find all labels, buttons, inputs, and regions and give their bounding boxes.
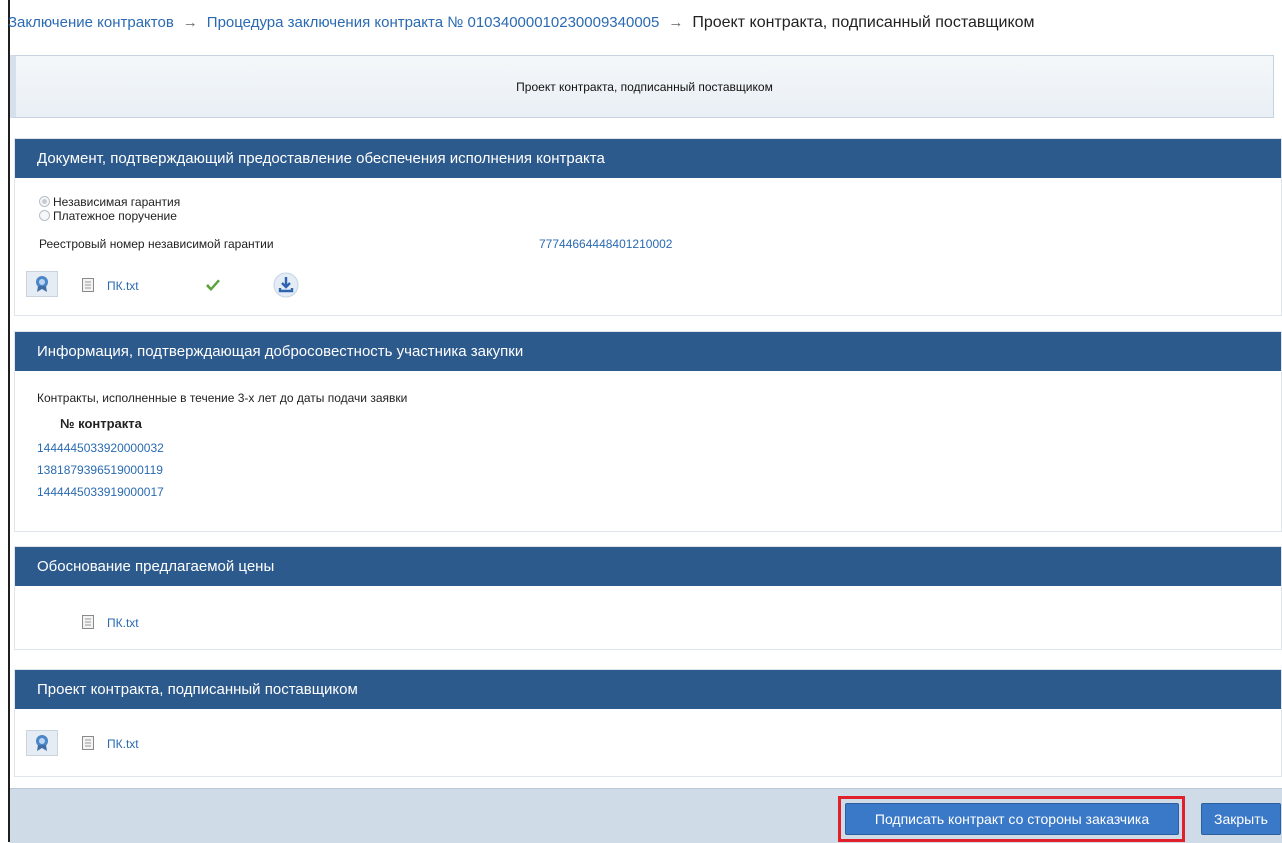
contract-number-link[interactable]: 1444445033920000032 [37,441,164,455]
page-title: Проект контракта, подписанный поставщико… [516,80,773,94]
file-link[interactable]: ПК.txt [107,279,139,293]
file-link[interactable]: ПК.txt [107,616,139,630]
arrow-right-icon: → [182,14,198,31]
file-link[interactable]: ПК.txt [107,737,139,751]
section-guarantee: Документ, подтверждающий предоставление … [14,138,1282,316]
breadcrumb-contracts-link[interactable]: Заключение контрактов [8,14,174,31]
contract-number-link[interactable]: 1381879396519000119 [37,463,163,477]
breadcrumb: Заключение контрактов → Процедура заключен… [8,14,1035,32]
document-icon [82,278,94,292]
section-header: Обоснование предлагаемой цены [15,547,1281,586]
certificate-icon[interactable] [26,730,58,756]
sign-contract-button[interactable]: Подписать контракт со стороны заказчика [845,803,1179,835]
check-icon [206,279,220,291]
document-icon [82,615,94,629]
registry-number-value[interactable]: 77744664448401210002 [539,237,672,251]
section-integrity: Информация, подтверждающая добросовестно… [14,331,1282,532]
close-button[interactable]: Закрыть [1201,803,1281,835]
section-header: Информация, подтверждающая добросовестно… [15,332,1281,371]
radio-button[interactable] [39,196,50,207]
section-signed-project: Проект контракта, подписанный поставщико… [14,669,1282,777]
radio-button[interactable] [39,210,50,221]
section-price-justification: Обоснование предлагаемой цены ПК.txt [14,546,1282,650]
section-header: Документ, подтверждающий предоставление … [15,139,1281,178]
contracts-description: Контракты, исполненные в течение 3-х лет… [37,391,408,405]
radio-label: Независимая гарантия [53,195,181,209]
radio-payment-order[interactable]: Платежное поручение [39,209,177,223]
contract-number-link[interactable]: 1444445033919000017 [37,485,164,499]
document-icon [82,736,94,750]
radio-label: Платежное поручение [53,209,177,223]
page-title-panel: Проект контракта, подписанный поставщико… [10,55,1274,118]
breadcrumb-current: Проект контракта, подписанный поставщико… [692,14,1035,31]
registry-number-label: Реестровый номер независимой гарантии [39,237,274,251]
certificate-icon[interactable] [26,271,58,297]
arrow-right-icon: → [668,14,684,31]
radio-independent-guarantee[interactable]: Независимая гарантия [39,195,180,209]
section-header: Проект контракта, подписанный поставщико… [15,670,1281,709]
breadcrumb-procedure-link[interactable]: Процедура заключения контракта № 0103400… [207,14,660,31]
contract-number-column-header: № контракта [60,416,142,431]
download-icon[interactable] [273,272,299,298]
